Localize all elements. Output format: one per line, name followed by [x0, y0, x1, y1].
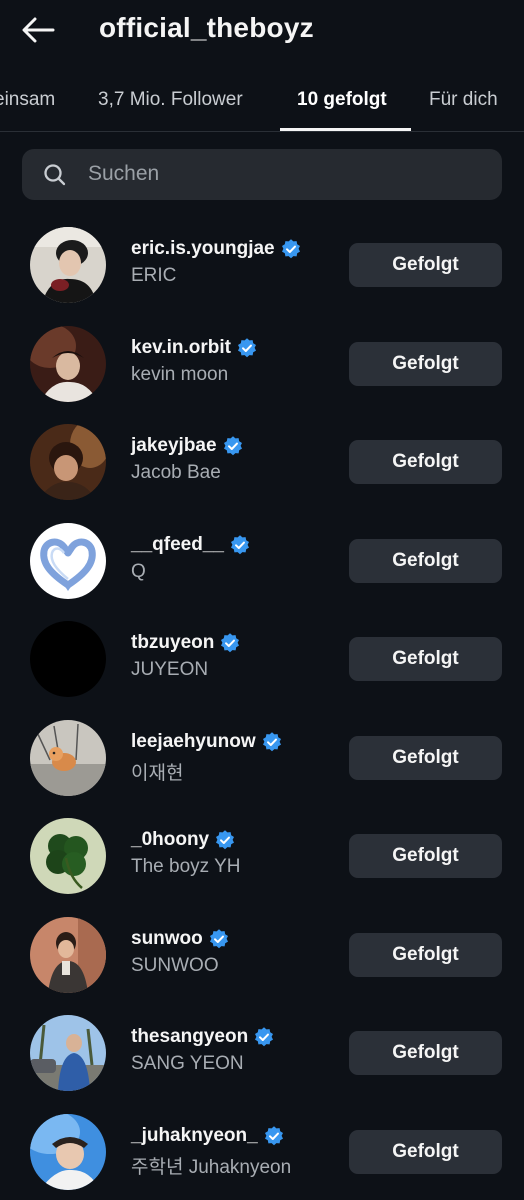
arrow-left-icon	[22, 17, 55, 43]
following-list: eric.is.youngjae ERIC Gefolgt kev.in.orb…	[0, 216, 524, 1200]
list-item: sunwoo SUNWOO Gefolgt	[0, 906, 524, 1005]
username: tbzuyeon	[131, 632, 215, 653]
username: sunwoo	[131, 927, 203, 949]
following-button[interactable]: Gefolgt	[349, 834, 502, 878]
list-item: eric.is.youngjae ERIC Gefolgt	[0, 216, 524, 315]
list-item: thesangyeon SANG YEON Gefolgt	[0, 1004, 524, 1103]
tab-mutual[interactable]: einsam	[0, 89, 55, 111]
following-button[interactable]: Gefolgt	[349, 637, 502, 681]
display-name: SANG YEON	[131, 1053, 244, 1074]
list-item: tbzuyeon JUYEON Gefolgt	[0, 610, 524, 709]
following-button[interactable]: Gefolgt	[349, 1129, 502, 1174]
username: _juhaknyeon_	[131, 1124, 258, 1146]
following-button[interactable]: Gefolgt	[349, 735, 502, 780]
avatar[interactable]	[30, 916, 106, 993]
list-item: kev.in.orbit kevin moon Gefolgt	[0, 315, 524, 414]
display-name: Q	[131, 560, 146, 582]
display-name: SUNWOO	[131, 954, 219, 976]
following-button[interactable]: Gefolgt	[349, 243, 502, 287]
list-item: _juhaknyeon_ 주학년 Juhaknyeon Gefolgt	[0, 1103, 524, 1200]
username: kev.in.orbit	[131, 336, 231, 358]
following-button[interactable]: Gefolgt	[349, 538, 502, 583]
avatar[interactable]	[30, 1113, 106, 1190]
avatar[interactable]	[30, 227, 106, 303]
list-item: leejaehyunow 이재현 Gefolgt	[0, 709, 524, 808]
tab-bar: einsam 3,7 Mio. Follower 10 gefolgt Für …	[0, 80, 524, 132]
page-title: official_theboyz	[99, 12, 314, 43]
back-button[interactable]	[20, 14, 56, 46]
verified-badge-icon	[221, 633, 240, 653]
avatar[interactable]	[30, 424, 106, 500]
display-name: 이재현	[131, 762, 184, 784]
list-item: jakeyjbae Jacob Bae Gefolgt	[0, 413, 524, 512]
avatar[interactable]	[30, 719, 106, 796]
following-button[interactable]: Gefolgt	[349, 932, 502, 977]
verified-badge-icon	[223, 436, 242, 456]
avatar[interactable]	[30, 818, 106, 894]
list-item: _0hoony The boyz YH Gefolgt	[0, 807, 524, 906]
avatar[interactable]	[30, 522, 106, 599]
active-tab-indicator	[280, 128, 411, 131]
verified-badge-icon	[281, 239, 300, 259]
verified-badge-icon	[230, 534, 249, 554]
tab-following[interactable]: 10 gefolgt	[297, 89, 387, 111]
display-name: JUYEON	[131, 659, 209, 680]
tab-followers[interactable]: 3,7 Mio. Follower	[98, 89, 243, 111]
avatar[interactable]	[30, 621, 106, 697]
username: eric.is.youngjae	[131, 238, 275, 259]
top-bar: official_theboyz	[0, 0, 524, 62]
verified-badge-icon	[264, 1125, 283, 1145]
username: _0hoony	[131, 829, 210, 850]
search-bar[interactable]	[22, 149, 502, 200]
verified-badge-icon	[209, 928, 228, 948]
display-name: The boyz YH	[131, 856, 241, 877]
display-name: ERIC	[131, 265, 177, 286]
following-button[interactable]: Gefolgt	[349, 440, 502, 484]
avatar[interactable]	[30, 325, 106, 402]
username: __qfeed__	[131, 533, 224, 555]
search-input[interactable]	[88, 157, 488, 191]
verified-badge-icon	[255, 1027, 274, 1047]
avatar[interactable]	[30, 1015, 106, 1091]
username: jakeyjbae	[131, 435, 217, 456]
verified-badge-icon	[216, 830, 235, 850]
following-button[interactable]: Gefolgt	[349, 341, 502, 386]
display-name: 주학년 Juhaknyeon	[131, 1156, 292, 1178]
display-name: kevin moon	[131, 363, 229, 385]
verified-badge-icon	[262, 731, 281, 751]
tab-for-you[interactable]: Für dich	[429, 89, 498, 111]
username: thesangyeon	[131, 1026, 249, 1047]
username: leejaehyunow	[131, 730, 256, 752]
list-item: __qfeed__ Q Gefolgt	[0, 512, 524, 611]
following-button[interactable]: Gefolgt	[349, 1031, 502, 1075]
search-icon	[44, 164, 66, 186]
verified-badge-icon	[237, 337, 256, 357]
display-name: Jacob Bae	[131, 462, 221, 483]
